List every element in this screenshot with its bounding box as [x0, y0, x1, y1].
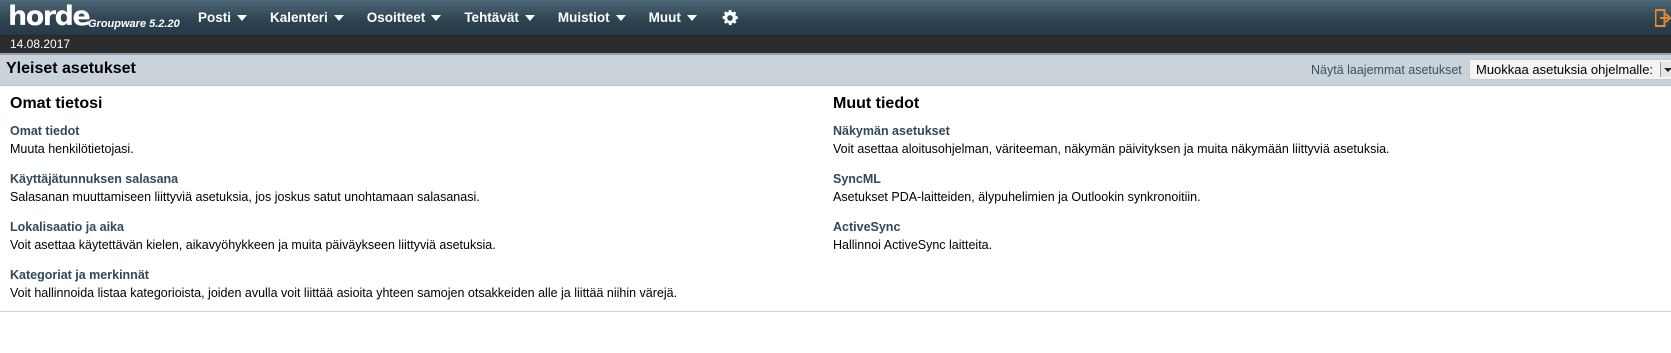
- chevron-down-icon: [686, 14, 697, 21]
- pref-group-password: Käyttäjätunnuksen salasana Salasanan muu…: [10, 171, 810, 205]
- menu-posti[interactable]: Posti: [198, 10, 248, 25]
- pref-group-categories: Kategoriat ja merkinnät Voit hallinnoida…: [10, 267, 810, 301]
- pref-description: Voit hallinnoida listaa kategorioista, j…: [10, 286, 678, 300]
- current-date: 14.08.2017: [10, 37, 71, 51]
- dropdown-arrow-icon[interactable]: [1660, 62, 1671, 77]
- pref-description: Hallinnoi ActiveSync laitteita.: [833, 238, 993, 252]
- pref-description: Salasanan muuttamiseen liittyviä asetuks…: [10, 190, 480, 204]
- menu-muut[interactable]: Muut: [649, 10, 697, 25]
- horde-logo[interactable]: horde: [8, 0, 91, 34]
- app-version: Groupware 5.2.20: [88, 18, 180, 30]
- logout-icon[interactable]: [1654, 9, 1671, 27]
- page-title: Yleiset asetukset: [6, 60, 136, 77]
- chevron-down-icon: [524, 14, 535, 21]
- pref-description: Muuta henkilötietojasi.: [10, 142, 134, 156]
- top-navigation-bar: horde Groupware 5.2.20 Posti Kalenteri O…: [0, 0, 1671, 36]
- chevron-down-icon: [333, 14, 344, 21]
- pref-link-personal-info[interactable]: Omat tiedot: [10, 123, 810, 139]
- pref-description: Voit asettaa käytettävän kielen, aikavyö…: [10, 238, 496, 252]
- section-heading: Omat tietosi: [10, 95, 103, 112]
- menu-label: Muut: [648, 10, 681, 25]
- menu-label: Tehtävät: [464, 10, 519, 25]
- pref-group-syncml: SyncML Asetukset PDA-laitteiden, älypuhe…: [833, 171, 1663, 205]
- menu-label: Osoitteet: [366, 10, 426, 25]
- menu-label: Kalenteri: [270, 10, 328, 25]
- menu-tehtavat[interactable]: Tehtävät: [464, 10, 535, 25]
- pref-link-categories[interactable]: Kategoriat ja merkinnät: [10, 267, 810, 283]
- pref-group-display: Näkymän asetukset Voit asettaa aloitusoh…: [833, 123, 1663, 157]
- pref-group-activesync: ActiveSync Hallinnoi ActiveSync laitteit…: [833, 219, 1663, 253]
- menu-label: Posti: [198, 10, 232, 25]
- gear-icon[interactable]: [720, 8, 740, 28]
- other-info-column: Muut tiedot Näkymän asetukset Voit asett…: [833, 92, 1663, 267]
- menu-kalenteri[interactable]: Kalenteri: [270, 10, 344, 25]
- preferences-content: Omat tietosi Omat tiedot Muuta henkilöti…: [0, 86, 1671, 312]
- menu-muistiot[interactable]: Muistiot: [558, 10, 626, 25]
- menu-label: Muistiot: [557, 10, 610, 25]
- personal-info-column: Omat tietosi Omat tiedot Muuta henkilöti…: [10, 92, 810, 315]
- pref-link-display-settings[interactable]: Näkymän asetukset: [833, 123, 1663, 139]
- pref-link-password[interactable]: Käyttäjätunnuksen salasana: [10, 171, 810, 187]
- show-advanced-settings-link[interactable]: Näytä laajemmat asetukset: [1311, 63, 1462, 77]
- chevron-down-icon: [431, 14, 442, 21]
- app-settings-select[interactable]: Muokkaa asetuksia ohjelmalle:: [1469, 59, 1671, 80]
- date-bar: 14.08.2017: [0, 36, 1671, 55]
- page-header: Yleiset asetukset Näytä laajemmat asetuk…: [0, 55, 1671, 86]
- pref-group-personal-info: Omat tiedot Muuta henkilötietojasi.: [10, 123, 810, 157]
- chevron-down-icon: [615, 14, 626, 21]
- pref-description: Voit asettaa aloitusohjelman, väriteeman…: [833, 142, 1390, 156]
- pref-link-activesync[interactable]: ActiveSync: [833, 219, 1663, 235]
- pref-group-locale: Lokalisaatio ja aika Voit asettaa käytet…: [10, 219, 810, 253]
- app-select-value: Muokkaa asetuksia ohjelmalle:: [1476, 62, 1654, 77]
- main-menu: Posti Kalenteri Osoitteet Tehtävät Muist…: [198, 0, 740, 35]
- menu-osoitteet[interactable]: Osoitteet: [367, 10, 442, 25]
- pref-link-locale-time[interactable]: Lokalisaatio ja aika: [10, 219, 810, 235]
- chevron-down-icon: [237, 14, 248, 21]
- section-heading: Muut tiedot: [833, 95, 920, 112]
- pref-description: Asetukset PDA-laitteiden, älypuhelimien …: [833, 190, 1201, 204]
- pref-link-syncml[interactable]: SyncML: [833, 171, 1663, 187]
